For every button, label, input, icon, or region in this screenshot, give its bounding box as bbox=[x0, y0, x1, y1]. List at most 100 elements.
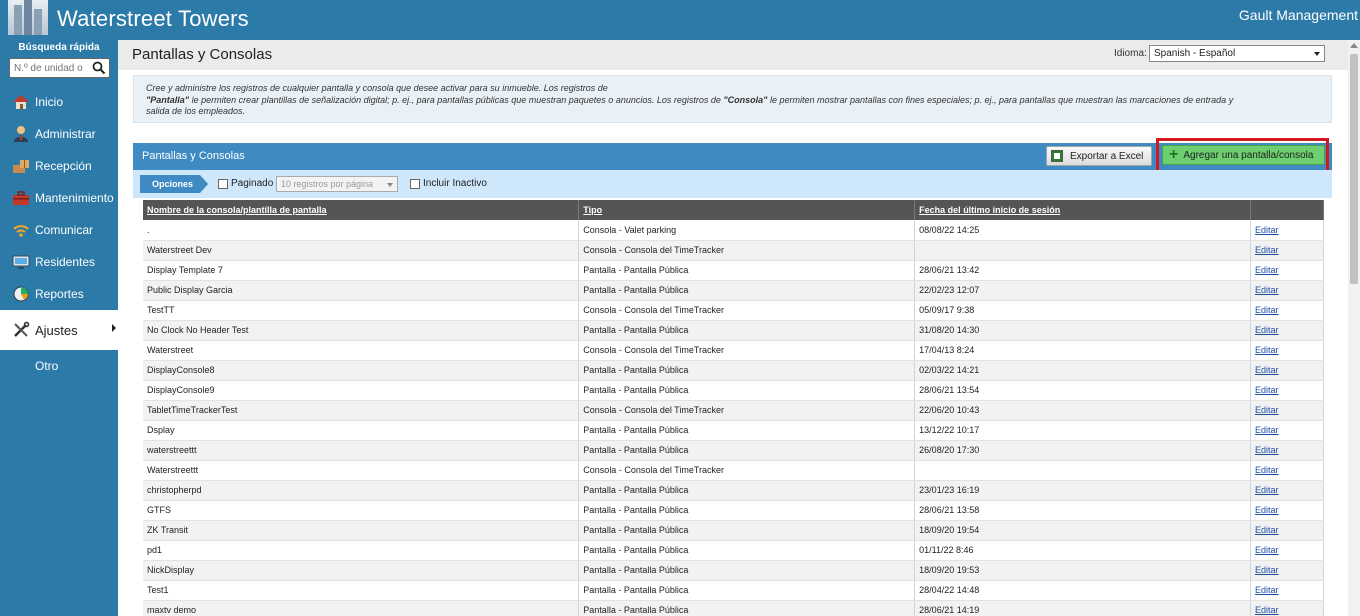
table-header-row: Nombre de la consola/plantilla de pantal… bbox=[143, 200, 1324, 220]
search-icon[interactable] bbox=[92, 61, 106, 75]
excel-icon bbox=[1051, 150, 1063, 162]
edit-link[interactable]: Editar bbox=[1250, 440, 1324, 461]
cell-name: maxtv demo bbox=[143, 600, 580, 616]
language-value: Spanish - Español bbox=[1154, 48, 1236, 59]
house-icon bbox=[13, 95, 29, 109]
cell-last-login: 22/02/23 12:07 bbox=[914, 280, 1251, 301]
cell-name: TabletTimeTrackerTest bbox=[143, 400, 580, 421]
options-tab[interactable]: Opciones bbox=[140, 175, 208, 193]
nav-item-inicio[interactable]: Inicio bbox=[0, 86, 118, 118]
edit-link[interactable]: Editar bbox=[1250, 580, 1324, 601]
edit-link[interactable]: Editar bbox=[1250, 420, 1324, 441]
cell-last-login: 05/09/17 9:38 bbox=[914, 300, 1251, 321]
description-line2b: le permiten mostrar pantallas con fines … bbox=[767, 94, 1234, 105]
cell-name: pd1 bbox=[143, 540, 580, 561]
edit-link[interactable]: Editar bbox=[1250, 320, 1324, 341]
table-row: GTFS Pantalla - Pantalla Pública 28/06/21 … bbox=[143, 500, 1324, 521]
edit-link[interactable]: Editar bbox=[1250, 360, 1324, 381]
chevron-down-icon bbox=[387, 183, 393, 187]
description-box: Cree y administre los registros de cualq… bbox=[133, 75, 1332, 123]
edit-link[interactable]: Editar bbox=[1250, 220, 1324, 241]
company-name[interactable]: Gault Management bbox=[1239, 7, 1358, 23]
edit-link[interactable]: Editar bbox=[1250, 300, 1324, 321]
nav-label: Otro bbox=[35, 359, 59, 373]
nav-label: Recepción bbox=[35, 159, 92, 173]
cell-name: TestTT bbox=[143, 300, 580, 321]
column-header-type[interactable]: Tipo bbox=[578, 200, 916, 220]
table-row: Display Template 7 Pantalla - Pantalla Pú… bbox=[143, 260, 1324, 281]
nav-item-otro[interactable]: Otro bbox=[0, 350, 118, 382]
edit-link[interactable]: Editar bbox=[1250, 500, 1324, 521]
export-excel-button[interactable]: Exportar a Excel bbox=[1046, 146, 1152, 166]
quick-search-input[interactable] bbox=[10, 59, 90, 77]
edit-link[interactable]: Editar bbox=[1250, 340, 1324, 361]
nav-item-mantenimiento[interactable]: Mantenimiento bbox=[0, 182, 118, 214]
column-header-last-login[interactable]: Fecha del último inicio de sesión bbox=[914, 200, 1251, 220]
edit-link[interactable]: Editar bbox=[1250, 520, 1324, 541]
panel-title: Pantallas y Consolas bbox=[142, 150, 245, 162]
scrollbar-thumb[interactable] bbox=[1350, 54, 1358, 284]
edit-link[interactable]: Editar bbox=[1250, 560, 1324, 581]
edit-link[interactable]: Editar bbox=[1250, 460, 1324, 481]
table-row: christopherpd Pantalla - Pantalla Pública… bbox=[143, 480, 1324, 501]
cell-type: Pantalla - Pantalla Pública bbox=[578, 580, 916, 601]
nav-item-administrar[interactable]: Administrar bbox=[0, 118, 118, 150]
cell-last-login: 28/06/21 13:54 bbox=[914, 380, 1251, 401]
column-header-name[interactable]: Nombre de la consola/plantilla de pantal… bbox=[143, 200, 580, 220]
table-row: Test1 Pantalla - Pantalla Pública 28/04/22… bbox=[143, 580, 1324, 601]
cell-type: Pantalla - Pantalla Pública bbox=[578, 260, 916, 281]
edit-link[interactable]: Editar bbox=[1250, 280, 1324, 301]
displays-table: Nombre de la consola/plantilla de pantal… bbox=[143, 200, 1324, 616]
cell-last-login: 08/08/22 14:25 bbox=[914, 220, 1251, 241]
table-row: Dsplay Pantalla - Pantalla Pública 13/12/2… bbox=[143, 420, 1324, 441]
column-header-actions bbox=[1250, 200, 1324, 220]
cell-type: Pantalla - Pantalla Pública bbox=[578, 440, 916, 461]
paged-checkbox[interactable] bbox=[218, 179, 228, 189]
language-label: Idioma: bbox=[1114, 48, 1147, 59]
table-row: Waterstreet Dev Consola - Consola del Tim… bbox=[143, 240, 1324, 261]
cell-name: GTFS bbox=[143, 500, 580, 521]
sidebar: Búsqueda rápida Inicio Administrar Recep… bbox=[0, 40, 118, 616]
nav-item-ajustes[interactable]: Ajustes bbox=[0, 310, 118, 350]
edit-link[interactable]: Editar bbox=[1250, 540, 1324, 561]
edit-link[interactable]: Editar bbox=[1250, 480, 1324, 501]
include-inactive-label: Incluir Inactivo bbox=[423, 178, 487, 189]
edit-link[interactable]: Editar bbox=[1250, 260, 1324, 281]
nav-item-comunicar[interactable]: Comunicar bbox=[0, 214, 118, 246]
table-row: No Clock No Header Test Pantalla - Pantal… bbox=[143, 320, 1324, 341]
monitor-icon bbox=[12, 255, 30, 269]
nav-item-reportes[interactable]: Reportes bbox=[0, 278, 118, 310]
page-scrollbar[interactable] bbox=[1348, 40, 1360, 616]
nav-item-residentes[interactable]: Residentes bbox=[0, 246, 118, 278]
include-inactive-checkbox[interactable] bbox=[410, 179, 420, 189]
add-label: Agregar una pantalla/consola bbox=[1183, 149, 1314, 161]
person-icon bbox=[14, 126, 28, 142]
edit-link[interactable]: Editar bbox=[1250, 240, 1324, 261]
options-bar: Opciones Paginado 10 registros por págin… bbox=[133, 170, 1332, 198]
page-size-select[interactable]: 10 registros por página bbox=[276, 176, 398, 192]
cell-type: Pantalla - Pantalla Pública bbox=[578, 600, 916, 616]
language-select[interactable]: Spanish - Español bbox=[1149, 45, 1325, 62]
cell-name: waterstreettt bbox=[143, 440, 580, 461]
table-row: . Consola - Valet parking 08/08/22 14:25 Ed… bbox=[143, 220, 1324, 241]
cell-name: DisplayConsole8 bbox=[143, 360, 580, 381]
cell-type: Pantalla - Pantalla Pública bbox=[578, 360, 916, 381]
nav-label: Reportes bbox=[35, 287, 84, 301]
app-title[interactable]: Waterstreet Towers bbox=[57, 6, 249, 32]
table-body: . Consola - Valet parking 08/08/22 14:25 Ed… bbox=[143, 220, 1324, 616]
edit-link[interactable]: Editar bbox=[1250, 400, 1324, 421]
plus-icon: + bbox=[1169, 146, 1179, 163]
cell-name: NickDisplay bbox=[143, 560, 580, 581]
scroll-up-icon[interactable] bbox=[1350, 43, 1358, 48]
quick-search-label: Búsqueda rápida bbox=[18, 42, 100, 53]
add-display-console-button[interactable]: + Agregar una pantalla/consola bbox=[1162, 145, 1325, 165]
package-icon bbox=[13, 160, 29, 173]
quick-search-box[interactable] bbox=[9, 58, 110, 78]
nav-item-recepcion[interactable]: Recepción bbox=[0, 150, 118, 182]
edit-link[interactable]: Editar bbox=[1250, 380, 1324, 401]
cell-type: Consola - Valet parking bbox=[578, 220, 916, 241]
cell-type: Pantalla - Pantalla Pública bbox=[578, 380, 916, 401]
edit-link[interactable]: Editar bbox=[1250, 600, 1324, 616]
cell-name: Test1 bbox=[143, 580, 580, 601]
cell-type: Consola - Consola del TimeTracker bbox=[578, 460, 916, 481]
